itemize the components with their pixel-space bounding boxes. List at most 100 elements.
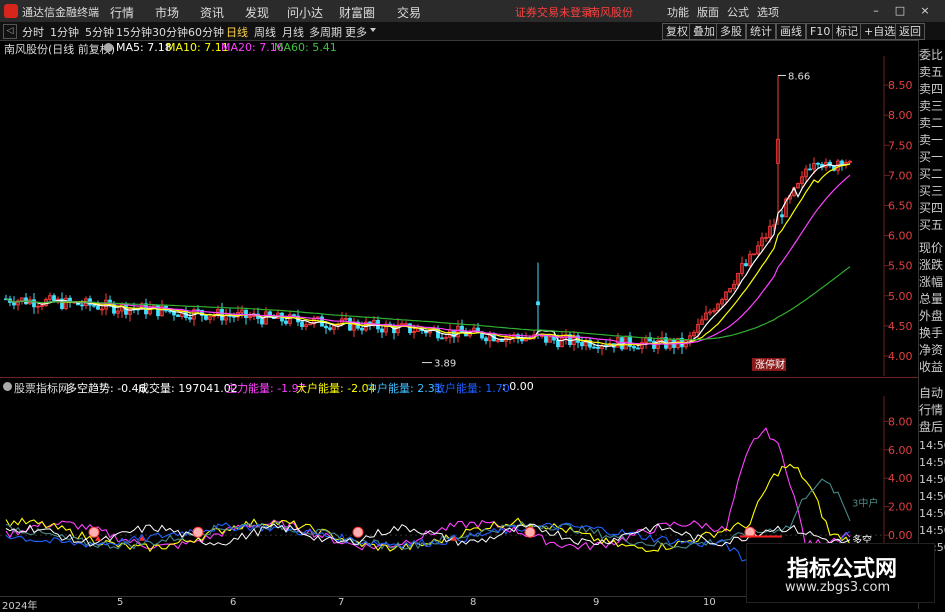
side-item-ask1[interactable]: 卖一 bbox=[919, 132, 945, 149]
y-tick-label: 4.00 bbox=[888, 350, 913, 363]
mid-holder-line bbox=[5, 478, 851, 550]
f10-button[interactable]: F10 bbox=[806, 23, 835, 40]
tab-intraday[interactable]: 分时 bbox=[22, 24, 44, 40]
y-tick-label: 6.50 bbox=[888, 199, 913, 212]
overlay-button[interactable]: 叠加 bbox=[689, 23, 719, 40]
side-item-change-pct[interactable]: 涨幅 bbox=[919, 274, 945, 291]
side-item-auto[interactable]: 自动 bbox=[919, 385, 945, 402]
side-item-bid1[interactable]: 买一 bbox=[919, 149, 945, 166]
side-item-bid3[interactable]: 买三 bbox=[919, 183, 945, 200]
chart-title: 南风股份(日线 前复权) bbox=[4, 43, 116, 56]
candle-body bbox=[536, 301, 540, 306]
ma10-value: MA10: 7.11 bbox=[166, 41, 229, 54]
series-end-label: 3中户 bbox=[852, 496, 878, 509]
multi-stock-button[interactable]: 多股 bbox=[716, 23, 746, 40]
candle-body bbox=[80, 304, 84, 307]
candlestick-chart[interactable]: 8.50 8.00 7.50 7.00 6.50 6.00 5.50 5.00 4.50 4.00… bbox=[0, 56, 918, 376]
side-time: 14:50 bbox=[919, 456, 945, 469]
add-watchlist-button[interactable]: +自选 bbox=[860, 23, 900, 40]
menu-item-news[interactable]: 资讯 bbox=[200, 4, 224, 21]
menu-item-function[interactable]: 功能 bbox=[667, 4, 689, 20]
side-item-order-ratio[interactable]: 委比 bbox=[919, 47, 945, 64]
side-item-ask3[interactable]: 卖三 bbox=[919, 98, 945, 115]
y-tick-label: 6.00 bbox=[888, 230, 913, 243]
chevron-down-icon[interactable] bbox=[370, 28, 376, 32]
close-button[interactable]: × bbox=[917, 3, 933, 18]
menu-item-discover[interactable]: 发现 bbox=[245, 4, 269, 21]
side-item-turnover[interactable]: 换手 bbox=[919, 325, 945, 342]
side-item-earnings[interactable]: 收益 bbox=[919, 359, 945, 376]
indicator-settings-icon[interactable] bbox=[3, 382, 12, 391]
ma5-value: MA5: 7.18 bbox=[116, 41, 172, 54]
sub-y-tick-label: 2.00 bbox=[888, 501, 913, 514]
menu-bar: 通达信金融终端 行情 市场 资讯 发现 问小达 财富圈 交易 证券交易未登录 南… bbox=[0, 0, 945, 23]
side-item-ask4[interactable]: 卖四 bbox=[919, 81, 945, 98]
candle-body bbox=[204, 314, 208, 320]
menu-item-wealth[interactable]: 财富圈 bbox=[339, 4, 375, 21]
side-item-outer[interactable]: 外盘 bbox=[919, 308, 945, 325]
minimize-button[interactable]: – bbox=[868, 3, 884, 18]
side-item-change[interactable]: 涨跌 bbox=[919, 257, 945, 274]
y-tick-label: 4.50 bbox=[888, 320, 913, 333]
login-warning[interactable]: 证券交易未登录 bbox=[515, 4, 592, 20]
side-item-ask2[interactable]: 卖二 bbox=[919, 115, 945, 132]
maximize-button[interactable]: □ bbox=[892, 3, 908, 18]
restore-rights-button[interactable]: 复权 bbox=[662, 23, 692, 40]
volume-value: 成交量: 197041.02 bbox=[138, 382, 238, 395]
candle-body bbox=[808, 168, 812, 171]
limit-up-badge-label: 涨停财 bbox=[755, 358, 785, 371]
panel-divider bbox=[0, 377, 918, 378]
statistics-button[interactable]: 统计 bbox=[746, 23, 776, 40]
sub-y-tick-label: 4.00 bbox=[888, 472, 913, 485]
side-item-quote[interactable]: 行情 bbox=[919, 402, 945, 419]
big-holder-line bbox=[5, 463, 851, 553]
candle-body bbox=[744, 263, 748, 267]
watermark-title: 指标公式网 bbox=[787, 557, 898, 582]
candle-body bbox=[840, 160, 844, 165]
side-item-bid2[interactable]: 买二 bbox=[919, 166, 945, 183]
current-stock-name: 南风股份 bbox=[589, 6, 633, 19]
side-item-price[interactable]: 现价 bbox=[919, 240, 945, 257]
menu-item-options[interactable]: 选项 bbox=[757, 4, 779, 20]
tab-daily[interactable]: 日线 bbox=[226, 24, 248, 40]
tab-60min[interactable]: 60分钟 bbox=[188, 24, 224, 40]
tab-15min[interactable]: 15分钟 bbox=[116, 24, 152, 40]
settings-dot-icon[interactable] bbox=[104, 43, 113, 52]
tab-weekly[interactable]: 周线 bbox=[254, 24, 276, 40]
menu-item-ask[interactable]: 问小达 bbox=[287, 4, 323, 21]
side-item-bid4[interactable]: 买四 bbox=[919, 200, 945, 217]
candle-body bbox=[244, 309, 248, 319]
y-tick-label: 5.00 bbox=[888, 290, 913, 303]
candle-body bbox=[96, 305, 100, 310]
x-label-august: 8 bbox=[470, 597, 477, 608]
tab-monthly[interactable]: 月线 bbox=[282, 24, 304, 40]
nav-left-icon[interactable]: ◁ bbox=[3, 24, 17, 39]
side-time: 14:50 bbox=[919, 490, 945, 503]
candle-body bbox=[632, 346, 636, 349]
side-item-after-hours[interactable]: 盘后 bbox=[919, 419, 945, 436]
tab-30min[interactable]: 30分钟 bbox=[152, 24, 188, 40]
tab-multi-period[interactable]: 多周期 bbox=[309, 24, 342, 40]
side-item-ask5[interactable]: 卖五 bbox=[919, 64, 945, 81]
menu-item-layout[interactable]: 版面 bbox=[697, 4, 719, 20]
draw-line-button[interactable]: 画线 bbox=[776, 23, 806, 40]
sub-y-tick-label: 0.00 bbox=[888, 529, 913, 542]
side-item-volume[interactable]: 总量 bbox=[919, 291, 945, 308]
side-item-bid5[interactable]: 买五 bbox=[919, 217, 945, 234]
menu-item-exchange[interactable]: 市场 bbox=[155, 4, 179, 21]
app-logo-icon bbox=[4, 4, 18, 18]
menu-item-market[interactable]: 行情 bbox=[110, 4, 134, 21]
back-button[interactable]: 返回 bbox=[895, 23, 925, 40]
tab-1min[interactable]: 1分钟 bbox=[50, 24, 79, 40]
candle-body bbox=[324, 325, 328, 329]
last-value: : 0.00 bbox=[502, 380, 534, 393]
y-tick-label: 7.50 bbox=[888, 139, 913, 152]
tab-5min[interactable]: 5分钟 bbox=[85, 24, 114, 40]
x-label-september: 9 bbox=[593, 597, 600, 608]
menu-item-formula[interactable]: 公式 bbox=[727, 4, 749, 20]
mark-button[interactable]: 标记 bbox=[832, 23, 862, 40]
ma20-line bbox=[5, 174, 851, 346]
tab-more[interactable]: 更多 bbox=[345, 24, 367, 40]
side-item-net-assets[interactable]: 净资 bbox=[919, 342, 945, 359]
menu-item-trade[interactable]: 交易 bbox=[397, 4, 421, 21]
